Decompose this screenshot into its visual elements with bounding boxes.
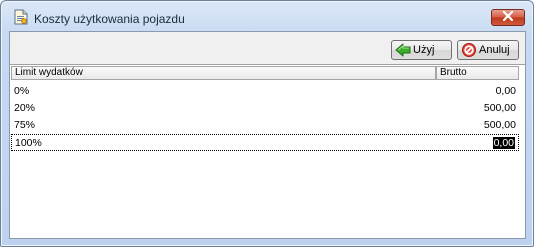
red-cancel-icon [461, 42, 477, 58]
table-row[interactable]: 0% 0,00 [11, 83, 519, 100]
close-button[interactable] [491, 9, 525, 26]
table-row-selected[interactable]: 100% 0,00 [11, 134, 519, 151]
close-icon [502, 10, 514, 24]
brutto-value-selected[interactable]: 0,00 [492, 137, 515, 149]
dialog-content: Użyj Anuluj Limit wydatków Brutto 0% 0,0… [9, 31, 526, 239]
limit-cell: 20% [14, 102, 36, 114]
limits-table[interactable]: Limit wydatków Brutto 0% 0,00 20% 500,00… [10, 64, 525, 238]
green-arrow-left-icon [395, 42, 411, 58]
limit-cell: 0% [14, 85, 30, 97]
dialog-window: Koszty użytkowania pojazdu Użyj Anuluj L… [0, 0, 534, 247]
cancel-button[interactable]: Anuluj [457, 40, 519, 60]
brutto-cell-editing[interactable]: 0,00 [492, 137, 515, 149]
use-button[interactable]: Użyj [391, 40, 452, 60]
window-title: Koszty użytkowania pojazdu [34, 12, 185, 26]
column-header-limit[interactable]: Limit wydatków [11, 66, 436, 80]
title-bar[interactable]: Koszty użytkowania pojazdu [1, 1, 533, 31]
table-row[interactable]: 20% 500,00 [11, 100, 519, 117]
column-header-brutto[interactable]: Brutto [436, 66, 519, 80]
brutto-cell[interactable]: 500,00 [484, 119, 516, 131]
use-button-label: Użyj [413, 44, 435, 56]
cancel-button-label: Anuluj [479, 44, 510, 56]
brutto-cell[interactable]: 0,00 [496, 85, 516, 97]
brutto-cell[interactable]: 500,00 [484, 102, 516, 114]
limit-cell: 75% [14, 119, 36, 131]
limit-cell: 100% [15, 137, 42, 149]
table-row[interactable]: 75% 500,00 [11, 117, 519, 134]
document-icon [14, 9, 28, 25]
